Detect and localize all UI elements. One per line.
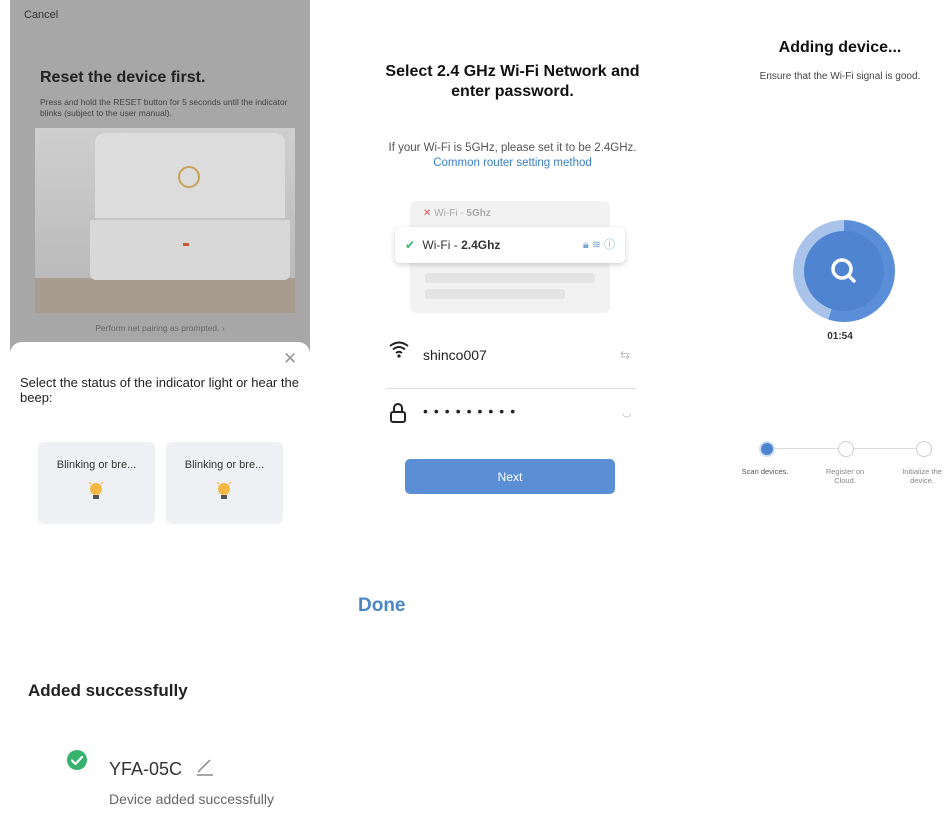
countdown-timer: 01:54 <box>827 331 853 342</box>
adding-title: Adding device... <box>778 39 902 56</box>
wifi-24g-prefix: Wi-Fi - <box>422 238 462 252</box>
field-divider <box>386 388 636 389</box>
check-icon: ✔ <box>405 238 416 252</box>
option-blinking-1[interactable]: Blinking or bre... <box>38 442 155 524</box>
lightbulb-icon <box>88 481 104 499</box>
step-scan-icon <box>759 441 775 457</box>
eye-hidden-icon[interactable]: ◡ <box>622 406 632 419</box>
cancel-button[interactable]: Cancel <box>24 9 58 21</box>
close-icon[interactable]: ✕ <box>283 350 297 367</box>
option-label: Blinking or bre... <box>56 459 137 471</box>
reset-device-panel: Cancel Reset the device first. Press and… <box>10 0 310 530</box>
edit-pencil-icon[interactable] <box>195 757 215 777</box>
ghost-row <box>425 273 595 283</box>
router-setting-link[interactable]: Common router setting method <box>433 157 592 169</box>
reset-description: Press and hold the RESET button for 5 se… <box>40 97 288 118</box>
device-photo <box>35 128 295 313</box>
reset-title: Reset the device first. <box>40 69 206 86</box>
cross-icon: ✕ <box>423 208 432 219</box>
switch-network-icon[interactable]: ⇆ <box>620 348 630 362</box>
wifi-24g-row: ✔ Wi-Fi - 2.4Ghz 🔒︎ ≋ ⓘ <box>395 227 625 263</box>
wifi-5g-band: 5Ghz <box>466 208 491 219</box>
adding-subtitle: Ensure that the Wi-Fi signal is good. <box>759 71 921 82</box>
step-cloud-icon <box>838 441 854 457</box>
done-button[interactable]: Done <box>358 595 422 617</box>
step-connector <box>774 448 840 449</box>
success-check-icon <box>67 750 87 770</box>
step-init-label: Initialize the device. <box>902 467 942 485</box>
device-status: Device added successfully <box>109 791 274 807</box>
net-pairing-link[interactable]: Perform net pairing as prompted. › <box>10 323 310 333</box>
search-icon <box>831 258 856 283</box>
lightbulb-icon <box>216 481 232 499</box>
step-scan-label: Scan devices. <box>741 467 789 476</box>
password-input[interactable]: ••••••••• <box>423 403 521 419</box>
wifi-title: Select 2.4 GHz Wi-Fi Network and enter p… <box>385 63 640 100</box>
wifi-5g-row: ✕ Wi-Fi - 5Ghz <box>415 204 605 224</box>
adding-device-panel: Adding device... Ensure that the Wi-Fi s… <box>730 0 950 500</box>
added-title: Added successfully <box>28 681 188 700</box>
ghost-row <box>425 289 565 299</box>
wifi-24g-band: 2.4Ghz <box>461 238 501 252</box>
device-name: YFA-05C <box>109 759 183 779</box>
wifi-hint-text: If your Wi-Fi is 5GHz, please set it to … <box>388 142 637 154</box>
step-connector <box>852 448 916 449</box>
ssid-input[interactable]: shinco007 <box>423 347 487 363</box>
wifi-icon <box>389 341 409 358</box>
step-init-icon <box>916 441 932 457</box>
wifi-setup-panel: Select 2.4 GHz Wi-Fi Network and enter p… <box>380 0 645 520</box>
next-button[interactable]: Next <box>405 459 615 494</box>
power-icon <box>178 166 200 188</box>
wifi-hint: If your Wi-Fi is 5GHz, please set it to … <box>380 141 645 171</box>
device-body-bottom <box>90 220 290 280</box>
step-cloud-label: Register on Cloud. <box>825 467 865 485</box>
lock-icon <box>390 403 406 423</box>
indicator-bottom-sheet: ✕ Select the status of the indicator lig… <box>10 342 310 530</box>
option-blinking-2[interactable]: Blinking or bre... <box>166 442 283 524</box>
indicator-led <box>183 243 189 246</box>
wifi-5g-prefix: Wi-Fi - <box>434 208 467 219</box>
progress-ring <box>793 220 895 322</box>
indicator-question: Select the status of the indicator light… <box>20 375 299 405</box>
progress-ring-inner <box>804 231 884 311</box>
option-label: Blinking or bre... <box>184 459 265 471</box>
wifi-row-icons: 🔒︎ ≋ ⓘ <box>582 239 615 251</box>
photo-floor <box>35 278 295 313</box>
